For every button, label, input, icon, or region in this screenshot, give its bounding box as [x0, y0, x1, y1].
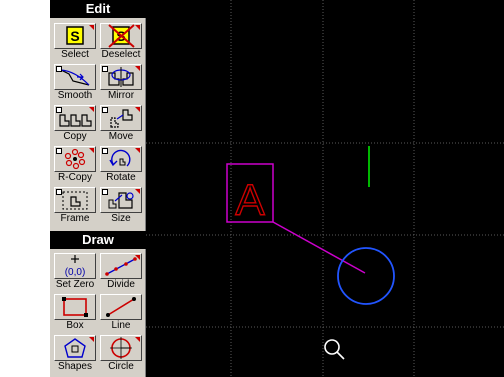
size-label: Size — [111, 213, 131, 224]
select-button[interactable]: S — [54, 23, 96, 49]
toolbar: Edit S Select S Deselect — [50, 0, 146, 377]
line-icon — [106, 297, 136, 317]
drawing-canvas[interactable]: A — [146, 0, 504, 377]
line-label: Line — [111, 320, 131, 331]
mark-icon — [102, 189, 108, 195]
frame-tool[interactable]: Frame — [52, 186, 98, 226]
shapes-button[interactable] — [54, 335, 96, 361]
divide-label: Divide — [107, 279, 135, 290]
select-label: Select — [61, 49, 89, 60]
smooth-tool[interactable]: Smooth — [52, 63, 98, 103]
move-tool[interactable]: Move — [98, 104, 144, 144]
options-indicator — [89, 337, 94, 342]
divide-button[interactable] — [100, 253, 142, 279]
smooth-button[interactable] — [54, 64, 96, 90]
options-indicator — [135, 148, 140, 153]
copy-tool[interactable]: Copy — [52, 104, 98, 144]
line-button[interactable] — [100, 294, 142, 320]
setzero-button[interactable]: (0,0) — [54, 253, 96, 279]
mirror-label: Mirror — [107, 90, 135, 101]
options-indicator — [135, 189, 140, 194]
rotate-label: Rotate — [106, 172, 136, 183]
deselect-button[interactable]: S — [100, 23, 142, 49]
smooth-label: Smooth — [57, 90, 93, 101]
rcopy-button[interactable] — [54, 146, 96, 172]
circle-label: Circle — [108, 361, 134, 372]
mark-icon — [56, 107, 62, 113]
line-tool[interactable]: Line — [98, 293, 144, 333]
svg-text:S: S — [70, 28, 79, 44]
mark-icon — [102, 66, 108, 72]
setzero-tool[interactable]: (0,0) Set Zero — [52, 252, 98, 292]
box-tool[interactable]: Box — [52, 293, 98, 333]
mark-icon — [102, 148, 108, 154]
options-indicator — [89, 107, 94, 112]
svg-text:(0,0): (0,0) — [65, 267, 86, 278]
divide-tool[interactable]: Divide — [98, 252, 144, 292]
options-indicator — [135, 107, 140, 112]
rcopy-tool[interactable]: R-Copy — [52, 145, 98, 185]
copy-label: Copy — [63, 131, 87, 142]
mark-icon — [102, 107, 108, 113]
frame-label: Frame — [60, 213, 90, 224]
draw-section-title: Draw — [50, 231, 146, 249]
magnifier-icon[interactable] — [324, 339, 345, 360]
mirror-tool[interactable]: Mirror — [98, 63, 144, 103]
mark-icon — [56, 66, 62, 72]
grid — [146, 0, 504, 377]
rotate-button[interactable] — [100, 146, 142, 172]
circle-button[interactable] — [100, 335, 142, 361]
box-button[interactable] — [54, 294, 96, 320]
text-object-a[interactable]: A — [235, 175, 266, 225]
setzero-label: Set Zero — [55, 279, 95, 290]
box-icon — [62, 297, 88, 317]
edit-section-title: Edit — [50, 0, 146, 18]
options-indicator — [135, 66, 140, 71]
deselect-label: Deselect — [101, 49, 141, 60]
selection-line[interactable] — [272, 221, 366, 274]
options-indicator — [135, 25, 140, 30]
options-indicator — [135, 255, 140, 260]
mirror-button[interactable] — [100, 64, 142, 90]
move-label: Move — [108, 131, 134, 142]
size-button[interactable] — [100, 187, 142, 213]
options-indicator — [135, 337, 140, 342]
circle-object[interactable] — [337, 247, 395, 305]
rotate-tool[interactable]: Rotate — [98, 145, 144, 185]
select-tool[interactable]: S Select — [52, 22, 98, 62]
mark-icon — [56, 148, 62, 154]
options-indicator — [89, 148, 94, 153]
circle-tool[interactable]: Circle — [98, 334, 144, 374]
mark-icon — [56, 189, 62, 195]
box-label: Box — [66, 320, 84, 331]
copy-button[interactable] — [54, 105, 96, 131]
rcopy-label: R-Copy — [58, 172, 92, 183]
canvas-drawing: A — [146, 0, 504, 377]
shapes-label: Shapes — [58, 361, 92, 372]
setzero-icon: (0,0) — [65, 255, 86, 278]
size-tool[interactable]: Size — [98, 186, 144, 226]
move-button[interactable] — [100, 105, 142, 131]
frame-button[interactable] — [54, 187, 96, 213]
shapes-tool[interactable]: Shapes — [52, 334, 98, 374]
options-indicator — [89, 25, 94, 30]
deselect-tool[interactable]: S Deselect — [98, 22, 144, 62]
